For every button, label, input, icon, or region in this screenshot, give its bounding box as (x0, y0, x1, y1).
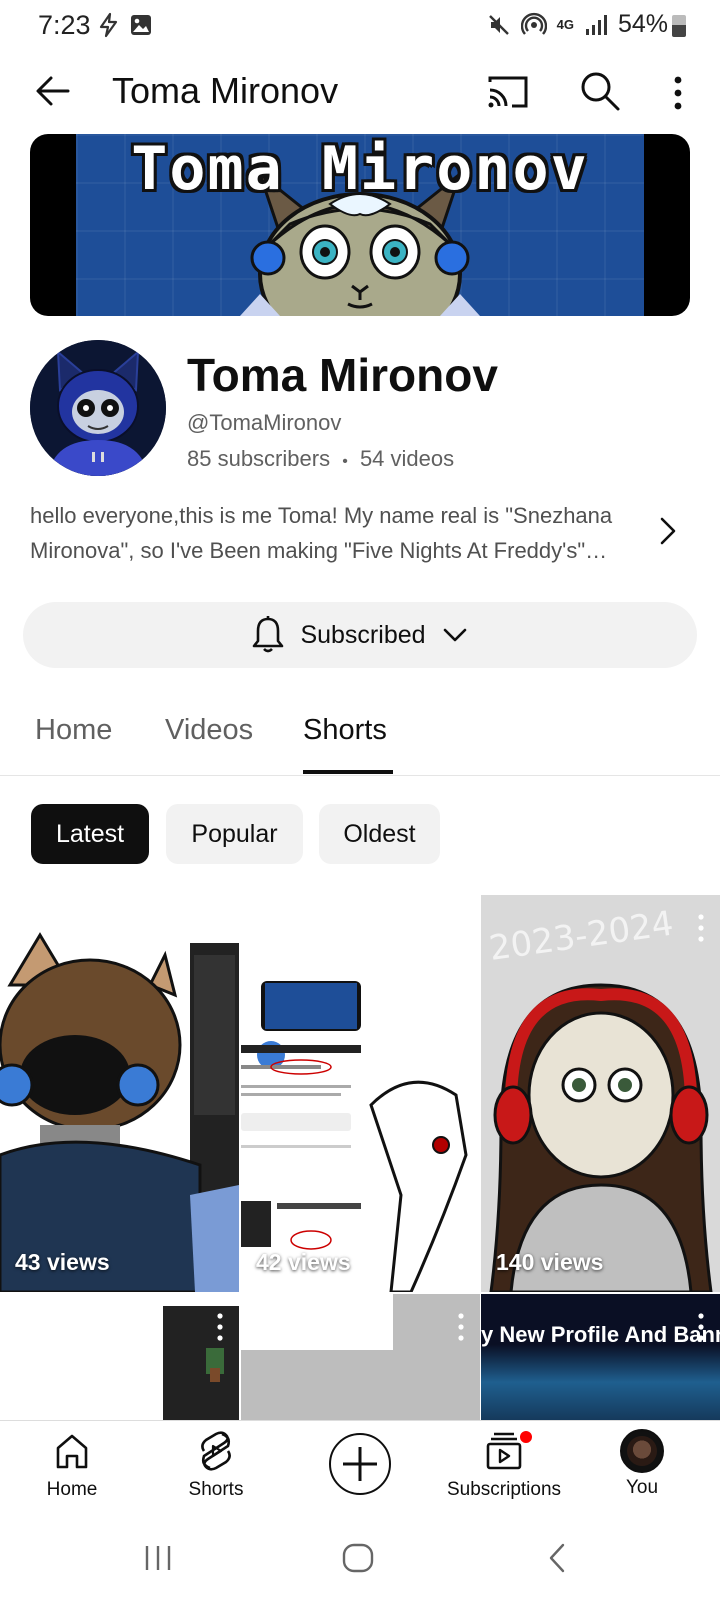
chip-popular[interactable]: Popular (166, 804, 303, 864)
more-vert-icon[interactable] (692, 911, 710, 945)
short-thumbnail-art (241, 1294, 393, 1350)
more-vert-icon[interactable] (692, 1310, 710, 1344)
short-thumbnail-art (241, 981, 468, 1292)
cast-icon[interactable] (486, 70, 530, 114)
mute-icon (488, 14, 509, 35)
chevron-down-icon (443, 628, 466, 642)
channel-description[interactable]: hello everyone,this is me Toma! My name … (30, 498, 640, 568)
short-item[interactable]: 42 views (241, 895, 480, 1292)
chip-latest[interactable]: Latest (31, 804, 149, 864)
app-bar: Toma Mironov (0, 60, 720, 122)
channel-name: Toma Mironov (187, 349, 498, 401)
nav-label: You (625, 1477, 659, 1498)
battery-icon (672, 15, 686, 37)
channel-avatar[interactable] (30, 340, 166, 476)
create-button[interactable] (329, 1433, 391, 1495)
plus-icon (343, 1447, 377, 1481)
recent-apps-icon[interactable] (140, 1540, 176, 1576)
video-count: 54 videos (359, 446, 455, 471)
status-bar: 7:23 4G 54% (0, 0, 720, 54)
stats-separator: • (342, 453, 348, 470)
gallery-icon (131, 15, 151, 35)
active-tab-indicator (303, 770, 393, 774)
battery-percent: 54% (617, 10, 668, 38)
short-views: 43 views (15, 1249, 110, 1275)
more-vert-icon[interactable] (211, 1310, 229, 1344)
page-title: Toma Mironov (112, 70, 339, 111)
subscribed-button[interactable]: Subscribed (23, 602, 697, 668)
more-vert-icon[interactable] (452, 1310, 470, 1344)
short-thumbnail-art (163, 1306, 239, 1420)
nav-label: Home (46, 1479, 98, 1500)
channel-stats: 85 subscribers • 54 videos (187, 446, 454, 472)
short-views: 42 views (256, 1249, 351, 1275)
channel-handle: @TomaMironov (187, 410, 342, 435)
short-item[interactable]: 43 views (0, 895, 239, 1292)
tab-shorts[interactable]: Shorts (303, 714, 387, 747)
nav-label: Subscriptions (446, 1479, 562, 1500)
nav-label: Shorts (188, 1479, 244, 1500)
more-vert-icon[interactable] (662, 70, 694, 116)
chip-oldest[interactable]: Oldest (319, 804, 440, 864)
short-item[interactable] (241, 1294, 480, 1420)
short-thumbnail-art: 2023-2024 (487, 904, 713, 1292)
signal-icon (585, 14, 607, 35)
nav-subscriptions[interactable]: Subscriptions (434, 1429, 574, 1501)
subscribe-label: Subscribed (300, 620, 426, 649)
svg-text:2023-2024: 2023-2024 (487, 904, 676, 969)
short-item[interactable]: y New Profile And Banner (481, 1294, 720, 1420)
back-arrow-icon[interactable] (30, 68, 76, 114)
banner-title: Toma Mironov (131, 134, 589, 204)
nav-home[interactable]: Home (2, 1429, 142, 1501)
search-icon[interactable] (577, 68, 623, 114)
short-item[interactable]: 2023-2024 140 views (481, 895, 720, 1292)
nav-you[interactable]: You (572, 1429, 712, 1499)
short-item[interactable] (0, 1294, 239, 1420)
system-navigation-bar (0, 1520, 720, 1600)
user-avatar (620, 1429, 664, 1473)
flash-icon (99, 12, 118, 38)
channel-tabs: Home Videos Shorts (0, 690, 720, 776)
status-notification-icons (96, 12, 154, 38)
short-thumbnail-art (0, 932, 239, 1292)
bottom-navigation: Home Shorts Subscriptions You (0, 1420, 720, 1520)
network-type: 4G (556, 17, 574, 32)
shorts-icon (201, 1431, 231, 1471)
short-title: y New Profile And Banner (481, 1322, 720, 1347)
channel-banner: Toma Mironov (30, 134, 690, 316)
nav-shorts[interactable]: Shorts (146, 1429, 286, 1501)
notification-dot (518, 1429, 534, 1445)
back-system-icon[interactable] (540, 1540, 576, 1576)
status-time: 7:23 (38, 10, 91, 40)
bell-icon (253, 616, 284, 653)
avatar-art (30, 340, 166, 476)
tab-home[interactable]: Home (35, 714, 112, 747)
hotspot-icon (520, 12, 547, 35)
tab-videos[interactable]: Videos (165, 714, 253, 747)
chevron-right-icon[interactable] (654, 514, 682, 548)
subscriber-count: 85 subscribers (187, 446, 331, 471)
user-avatar-face (627, 1436, 657, 1466)
home-icon (56, 1434, 88, 1469)
home-system-icon[interactable] (340, 1540, 376, 1576)
short-views: 140 views (496, 1249, 604, 1275)
